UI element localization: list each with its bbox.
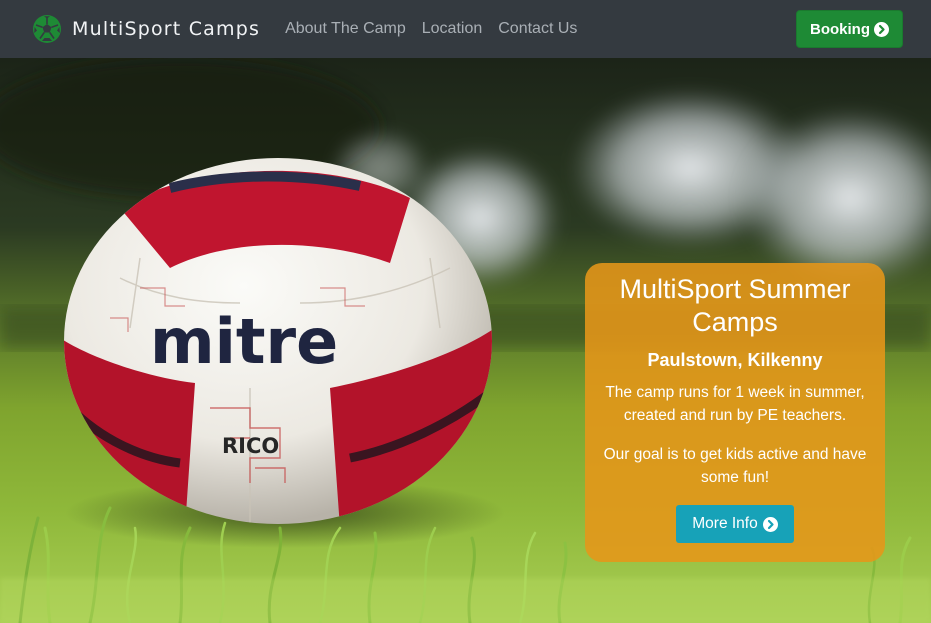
card-title: MultiSport Summer Camps (619, 274, 851, 337)
chevron-circle-right-icon (762, 516, 778, 532)
soccer-ball-icon (33, 15, 61, 43)
nav-link-location[interactable]: Location (422, 20, 483, 38)
nav-link-about[interactable]: About The Camp (285, 20, 406, 38)
booking-button-label: Booking (810, 20, 870, 38)
card-description: The camp runs for 1 week in summer, crea… (605, 384, 865, 424)
card-goal: Our goal is to get kids active and have … (603, 446, 867, 486)
more-info-button-label: More Info (692, 515, 758, 532)
brand[interactable]: MultiSport Camps (32, 14, 260, 44)
booking-button[interactable]: Booking (796, 10, 903, 48)
card-location: Paulstown, Kilkenny (647, 350, 823, 370)
more-info-button[interactable]: More Info (676, 505, 794, 543)
nav-links: About The Camp Location Contact Us (285, 20, 593, 38)
chevron-circle-right-icon (874, 21, 889, 37)
nav-link-contact[interactable]: Contact Us (498, 20, 577, 38)
ball-model-text: RICO (222, 434, 279, 458)
brand-name: MultiSport Camps (72, 18, 261, 40)
top-navbar: MultiSport Camps About The Camp Location… (0, 0, 931, 58)
camp-info-card: MultiSport Summer Camps Paulstown, Kilke… (585, 263, 885, 562)
ball-brand-text: mitre (150, 305, 338, 378)
